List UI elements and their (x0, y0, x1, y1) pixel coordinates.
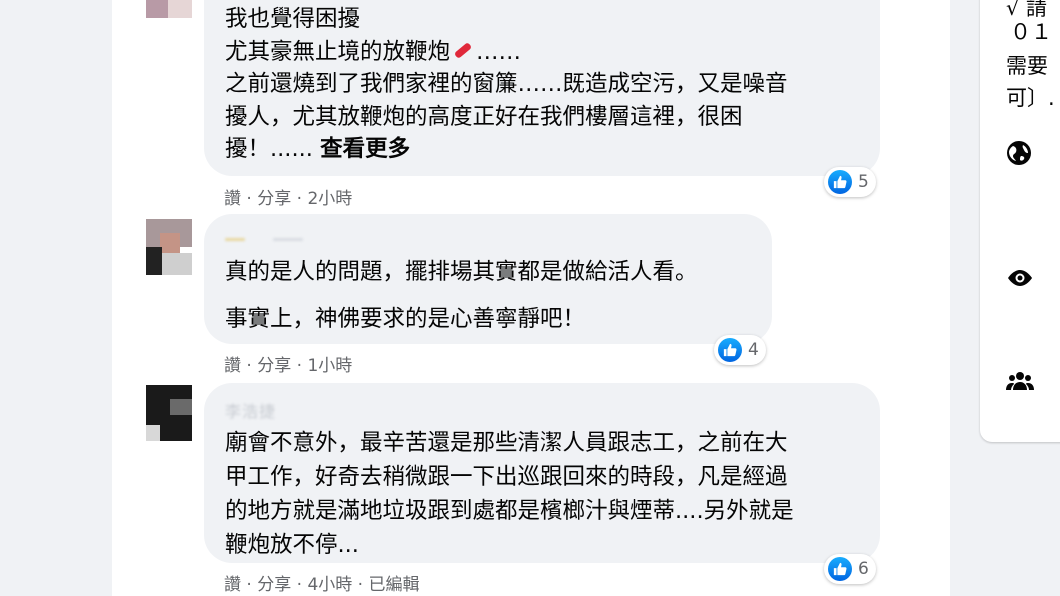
timestamp[interactable]: 1小時 (307, 356, 352, 376)
comment-actions: 讚 · 分享 · 2小時 (224, 189, 353, 209)
avatar[interactable] (146, 385, 192, 441)
comment-line: 尤其豪無止境的放鞭炮…… (225, 38, 522, 65)
comment-line: 之前還燒到了我們家裡的窗簾……既造成空污，又是噪音 (225, 71, 788, 97)
edited-label: 已編輯 (368, 575, 420, 595)
like-reaction-icon (718, 338, 742, 362)
like-link[interactable]: 讚 (224, 356, 241, 376)
rule-text: 需要 (1006, 54, 1048, 78)
comment-text: 我也覺得困擾 尤其豪無止境的放鞭炮…… 之前還燒到了我們家裡的窗簾……既造成空污… (225, 3, 788, 166)
comments-feed: 我也覺得困擾 尤其豪無止境的放鞭炮…… 之前還燒到了我們家裡的窗簾……既造成空污… (112, 0, 950, 596)
comment-line: 甲工作，好奇去稍微跟一下出巡跟回來的時段，凡是經過 (225, 464, 788, 490)
reaction-badge[interactable]: 4 (714, 335, 766, 365)
share-link[interactable]: 分享 (257, 356, 291, 376)
like-reaction-icon (828, 170, 852, 194)
reaction-badge[interactable]: 5 (824, 167, 876, 197)
comment-text: 真的是人的問題，擺排場其實都是做給活人看。 事實上，神佛要求的是心善寧靜吧！ (225, 256, 698, 335)
share-link[interactable]: 分享 (257, 189, 291, 209)
comment-line: 的地方就是滿地垃圾跟到處都是檳榔汁與煙蒂....另外就是 (225, 498, 794, 524)
comment-actions: 讚 · 分享 · 1小時 (224, 356, 353, 376)
reaction-badge[interactable]: 6 (824, 554, 876, 584)
eye-icon (1008, 270, 1032, 286)
group-icon (1006, 372, 1034, 390)
firecracker-emoji-icon (453, 41, 473, 59)
comment-line: 鞭炮放不停... (225, 532, 359, 558)
comment-text: 廟會不意外，最辛苦還是那些清潔人員跟志工，之前在大 甲工作，好奇去稍微跟一下出巡… (225, 426, 794, 562)
share-link[interactable]: 分享 (257, 575, 291, 595)
globe-icon (1007, 141, 1031, 165)
timestamp[interactable]: 4小時 (307, 575, 352, 595)
like-link[interactable]: 讚 (224, 189, 241, 209)
reaction-count: 6 (858, 559, 869, 579)
avatar[interactable] (146, 219, 192, 275)
group-info-card: √ 請 ０１ 需要 可〕. (980, 0, 1060, 442)
comment-line: 我也覺得困擾 (225, 6, 361, 32)
comment-actions: 讚 · 分享 · 4小時 · 已編輯 (224, 575, 420, 595)
reaction-count: 5 (858, 172, 869, 192)
see-more-link[interactable]: 查看更多 (320, 136, 410, 162)
comment-line: 廟會不意外，最辛苦還是那些清潔人員跟志工，之前在大 (225, 430, 788, 456)
rule-text: 可〕. (1006, 86, 1055, 110)
comment-author[interactable]: 李浩捷 (225, 398, 276, 422)
timestamp[interactable]: 2小時 (307, 189, 352, 209)
like-link[interactable]: 讚 (224, 575, 241, 595)
comment-line: 事實上，神佛要求的是心善寧靜吧！ (225, 305, 586, 332)
like-reaction-icon (828, 557, 852, 581)
rule-text: ０１ (1010, 20, 1052, 44)
comment-line: 擾人，尤其放鞭炮的高度正好在我們樓層這裡，很困 (225, 103, 743, 130)
avatar[interactable] (146, 0, 192, 18)
comment-line: 擾！...... 查看更多 (225, 136, 411, 162)
reaction-count: 4 (748, 340, 759, 360)
comment-line: 真的是人的問題，擺排場其實都是做給活人看。 (225, 259, 698, 285)
